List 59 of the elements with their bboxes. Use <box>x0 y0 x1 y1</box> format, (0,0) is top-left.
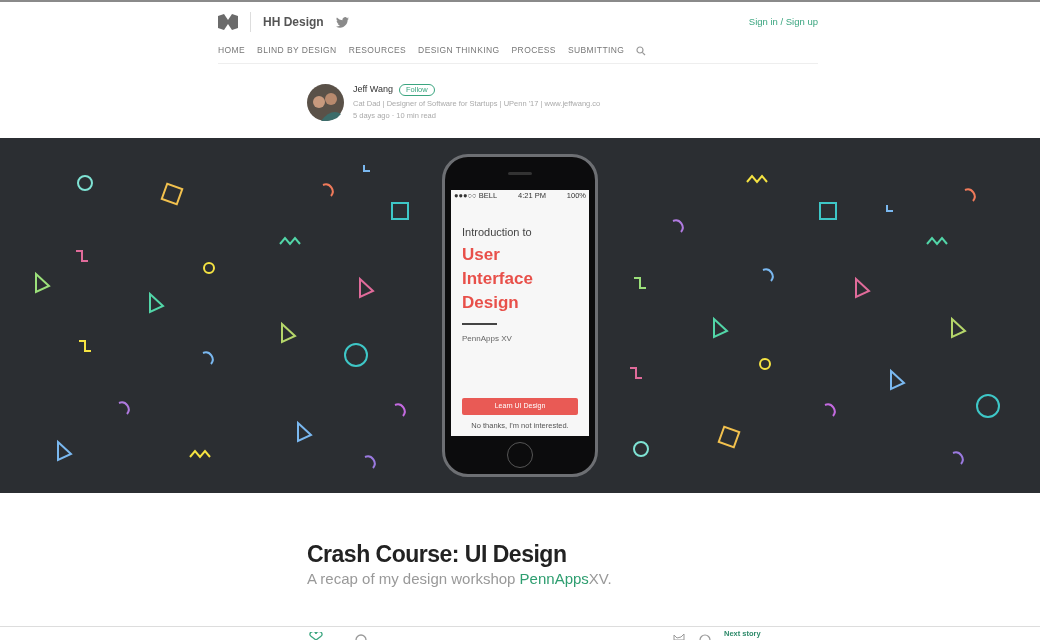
article-subtitle: A recap of my design workshop PennAppsXV. <box>307 569 613 589</box>
step-shape <box>633 277 647 289</box>
arc-shape <box>672 219 684 233</box>
nav-link[interactable]: RESOURCES <box>348 44 407 57</box>
triangle-shape <box>951 316 967 339</box>
arc-shape <box>952 451 964 465</box>
avatar[interactable] <box>307 83 344 121</box>
ring-shape <box>633 441 649 457</box>
square-shape <box>819 202 837 220</box>
zigzag-shape <box>926 236 948 246</box>
ring-shape <box>203 262 215 274</box>
nav-link[interactable]: HOME <box>218 44 246 57</box>
triangle-shape <box>281 321 297 344</box>
zigzag-shape <box>189 449 211 459</box>
arc-shape <box>394 403 406 417</box>
step-shape <box>629 367 643 379</box>
nav-link[interactable]: PROCESS <box>511 44 556 57</box>
arc-shape <box>964 188 976 202</box>
corner-shape <box>363 164 371 172</box>
ring-shape <box>976 394 1000 418</box>
arc-shape <box>322 183 334 197</box>
ring-shape <box>344 343 368 367</box>
ring-shape <box>759 358 771 370</box>
nav-link[interactable]: BLIND BY DESIGN <box>257 44 337 57</box>
arc-shape <box>118 401 130 415</box>
arc-shape <box>202 351 214 365</box>
nav-link[interactable]: DESIGN THINKING <box>418 44 500 57</box>
heart-icon[interactable] <box>309 632 323 640</box>
triangle-shape <box>35 271 51 294</box>
step-shape <box>78 340 92 352</box>
triangle-shape <box>855 276 871 299</box>
ring-shape <box>77 175 93 191</box>
sign-in-link[interactable]: Sign in / Sign up <box>748 14 818 30</box>
arc-shape <box>364 455 376 469</box>
arc-shape <box>762 268 774 282</box>
author-name[interactable]: Jeff Wang <box>353 83 394 97</box>
event-label: PennApps XV <box>462 332 513 345</box>
intro-label: Introduction to <box>462 225 533 240</box>
publication-name[interactable]: HH Design <box>263 13 324 31</box>
zigzag-shape <box>279 236 301 246</box>
course-title-line: Interface <box>462 267 534 290</box>
triangle-shape <box>149 291 165 314</box>
triangle-shape <box>57 439 73 462</box>
corner-shape <box>886 204 894 212</box>
triangle-shape <box>297 420 313 443</box>
nav-link[interactable]: SUBMITTING <box>567 44 625 57</box>
triangle-shape <box>890 368 906 391</box>
logo-icon[interactable] <box>218 14 238 30</box>
square-shape <box>391 202 409 220</box>
triangle-shape <box>713 316 729 339</box>
arc-shape <box>824 403 836 417</box>
step-shape <box>75 250 89 262</box>
course-title-line: Design <box>462 291 520 314</box>
search-icon[interactable] <box>636 45 647 56</box>
article-title: Crash Course: UI Design <box>307 540 568 568</box>
course-title-line: User <box>462 243 501 266</box>
subtitle-link[interactable]: PennApps <box>519 570 589 587</box>
triangle-shape <box>359 276 375 299</box>
zigzag-shape <box>746 174 768 184</box>
